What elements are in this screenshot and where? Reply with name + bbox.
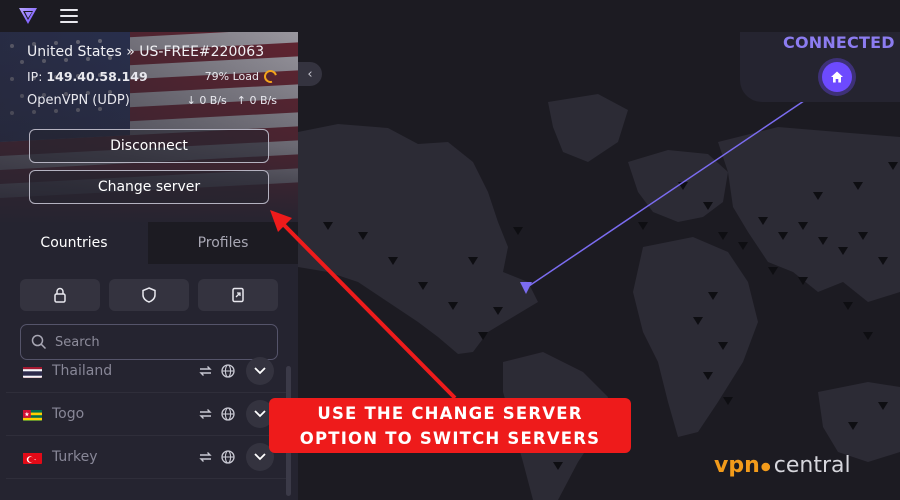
- home-location-button[interactable]: [822, 62, 852, 92]
- search-icon: [31, 334, 47, 350]
- top-bar: [0, 0, 900, 32]
- secure-core-filter[interactable]: [20, 279, 100, 311]
- turkey-flag-icon: [23, 451, 42, 464]
- home-icon: [831, 71, 843, 83]
- hamburger-icon[interactable]: [60, 9, 78, 23]
- globe-icon: [221, 407, 235, 421]
- country-list: Thailand Togo Turkey: [6, 357, 288, 479]
- p2p-icon: [232, 287, 244, 303]
- chevron-down-icon: [254, 453, 266, 461]
- watermark-part-1: vpn: [714, 453, 760, 478]
- load-indicator-icon: [261, 67, 280, 86]
- country-row-turkey[interactable]: Turkey: [6, 436, 288, 479]
- filter-buttons: [20, 279, 278, 311]
- download-arrow-icon: ↓: [186, 94, 196, 107]
- country-features: [198, 450, 235, 464]
- speed-stats: ↓ 0 B/s ↑ 0 B/s: [187, 94, 277, 107]
- country-name: Thailand: [52, 363, 113, 379]
- country-features: [198, 364, 235, 378]
- search-input[interactable]: [55, 334, 255, 350]
- connection-info: United States » US-FREE#220063 IP: 149.4…: [27, 44, 280, 108]
- watermark-logo: vpn ⦁ central: [714, 453, 851, 478]
- p2p-filter[interactable]: [198, 279, 278, 311]
- togo-flag-icon: [23, 408, 42, 421]
- download-speed: ↓ 0 B/s: [186, 94, 227, 107]
- expand-button[interactable]: [246, 357, 274, 385]
- change-server-button[interactable]: Change server: [29, 170, 269, 204]
- thailand-flag-icon: [23, 365, 42, 378]
- country-name: Togo: [52, 406, 85, 422]
- annotation-line-2: OPTION TO SWITCH SERVERS: [299, 429, 601, 448]
- netshield-filter[interactable]: [109, 279, 189, 311]
- lock-icon: [54, 287, 66, 303]
- server-name: United States » US-FREE#220063: [27, 44, 265, 60]
- p2p-arrows-icon: [199, 452, 212, 462]
- globe-icon: [221, 450, 235, 464]
- watermark-part-2: central: [773, 453, 851, 478]
- protocol-label: OpenVPN (UDP): [27, 93, 130, 108]
- collapse-sidebar-button[interactable]: ‹: [298, 62, 322, 86]
- ip-address: IP: 149.40.58.149: [27, 69, 148, 84]
- country-row-thailand[interactable]: Thailand: [6, 350, 288, 393]
- shield-icon: [142, 287, 156, 303]
- disconnect-button[interactable]: Disconnect: [29, 129, 269, 163]
- protonvpn-logo-icon[interactable]: [18, 7, 38, 25]
- chevron-down-icon: [254, 410, 266, 418]
- annotation-callout: USE THE CHANGE SERVER OPTION TO SWITCH S…: [269, 398, 631, 453]
- sidebar: United States » US-FREE#220063 IP: 149.4…: [0, 32, 298, 500]
- tab-countries[interactable]: Countries: [0, 222, 148, 264]
- p2p-arrows-icon: [199, 409, 212, 419]
- annotation-line-1: USE THE CHANGE SERVER: [317, 404, 583, 423]
- connection-status: CONNECTED: [783, 33, 895, 52]
- chevron-down-icon: [254, 367, 266, 375]
- upload-arrow-icon: ↑: [236, 94, 247, 107]
- server-load: 79% Load: [205, 67, 280, 86]
- tab-profiles[interactable]: Profiles: [148, 222, 298, 264]
- country-row-togo[interactable]: Togo: [6, 393, 288, 436]
- upload-speed: ↑ 0 B/s: [236, 94, 277, 107]
- tab-bar: Countries Profiles: [0, 222, 298, 264]
- country-name: Turkey: [52, 449, 98, 465]
- watermark-separator-icon: ⦁: [760, 453, 771, 477]
- country-features: [198, 407, 235, 421]
- p2p-arrows-icon: [199, 366, 212, 376]
- chevron-left-icon: ‹: [307, 66, 313, 82]
- globe-icon: [221, 364, 235, 378]
